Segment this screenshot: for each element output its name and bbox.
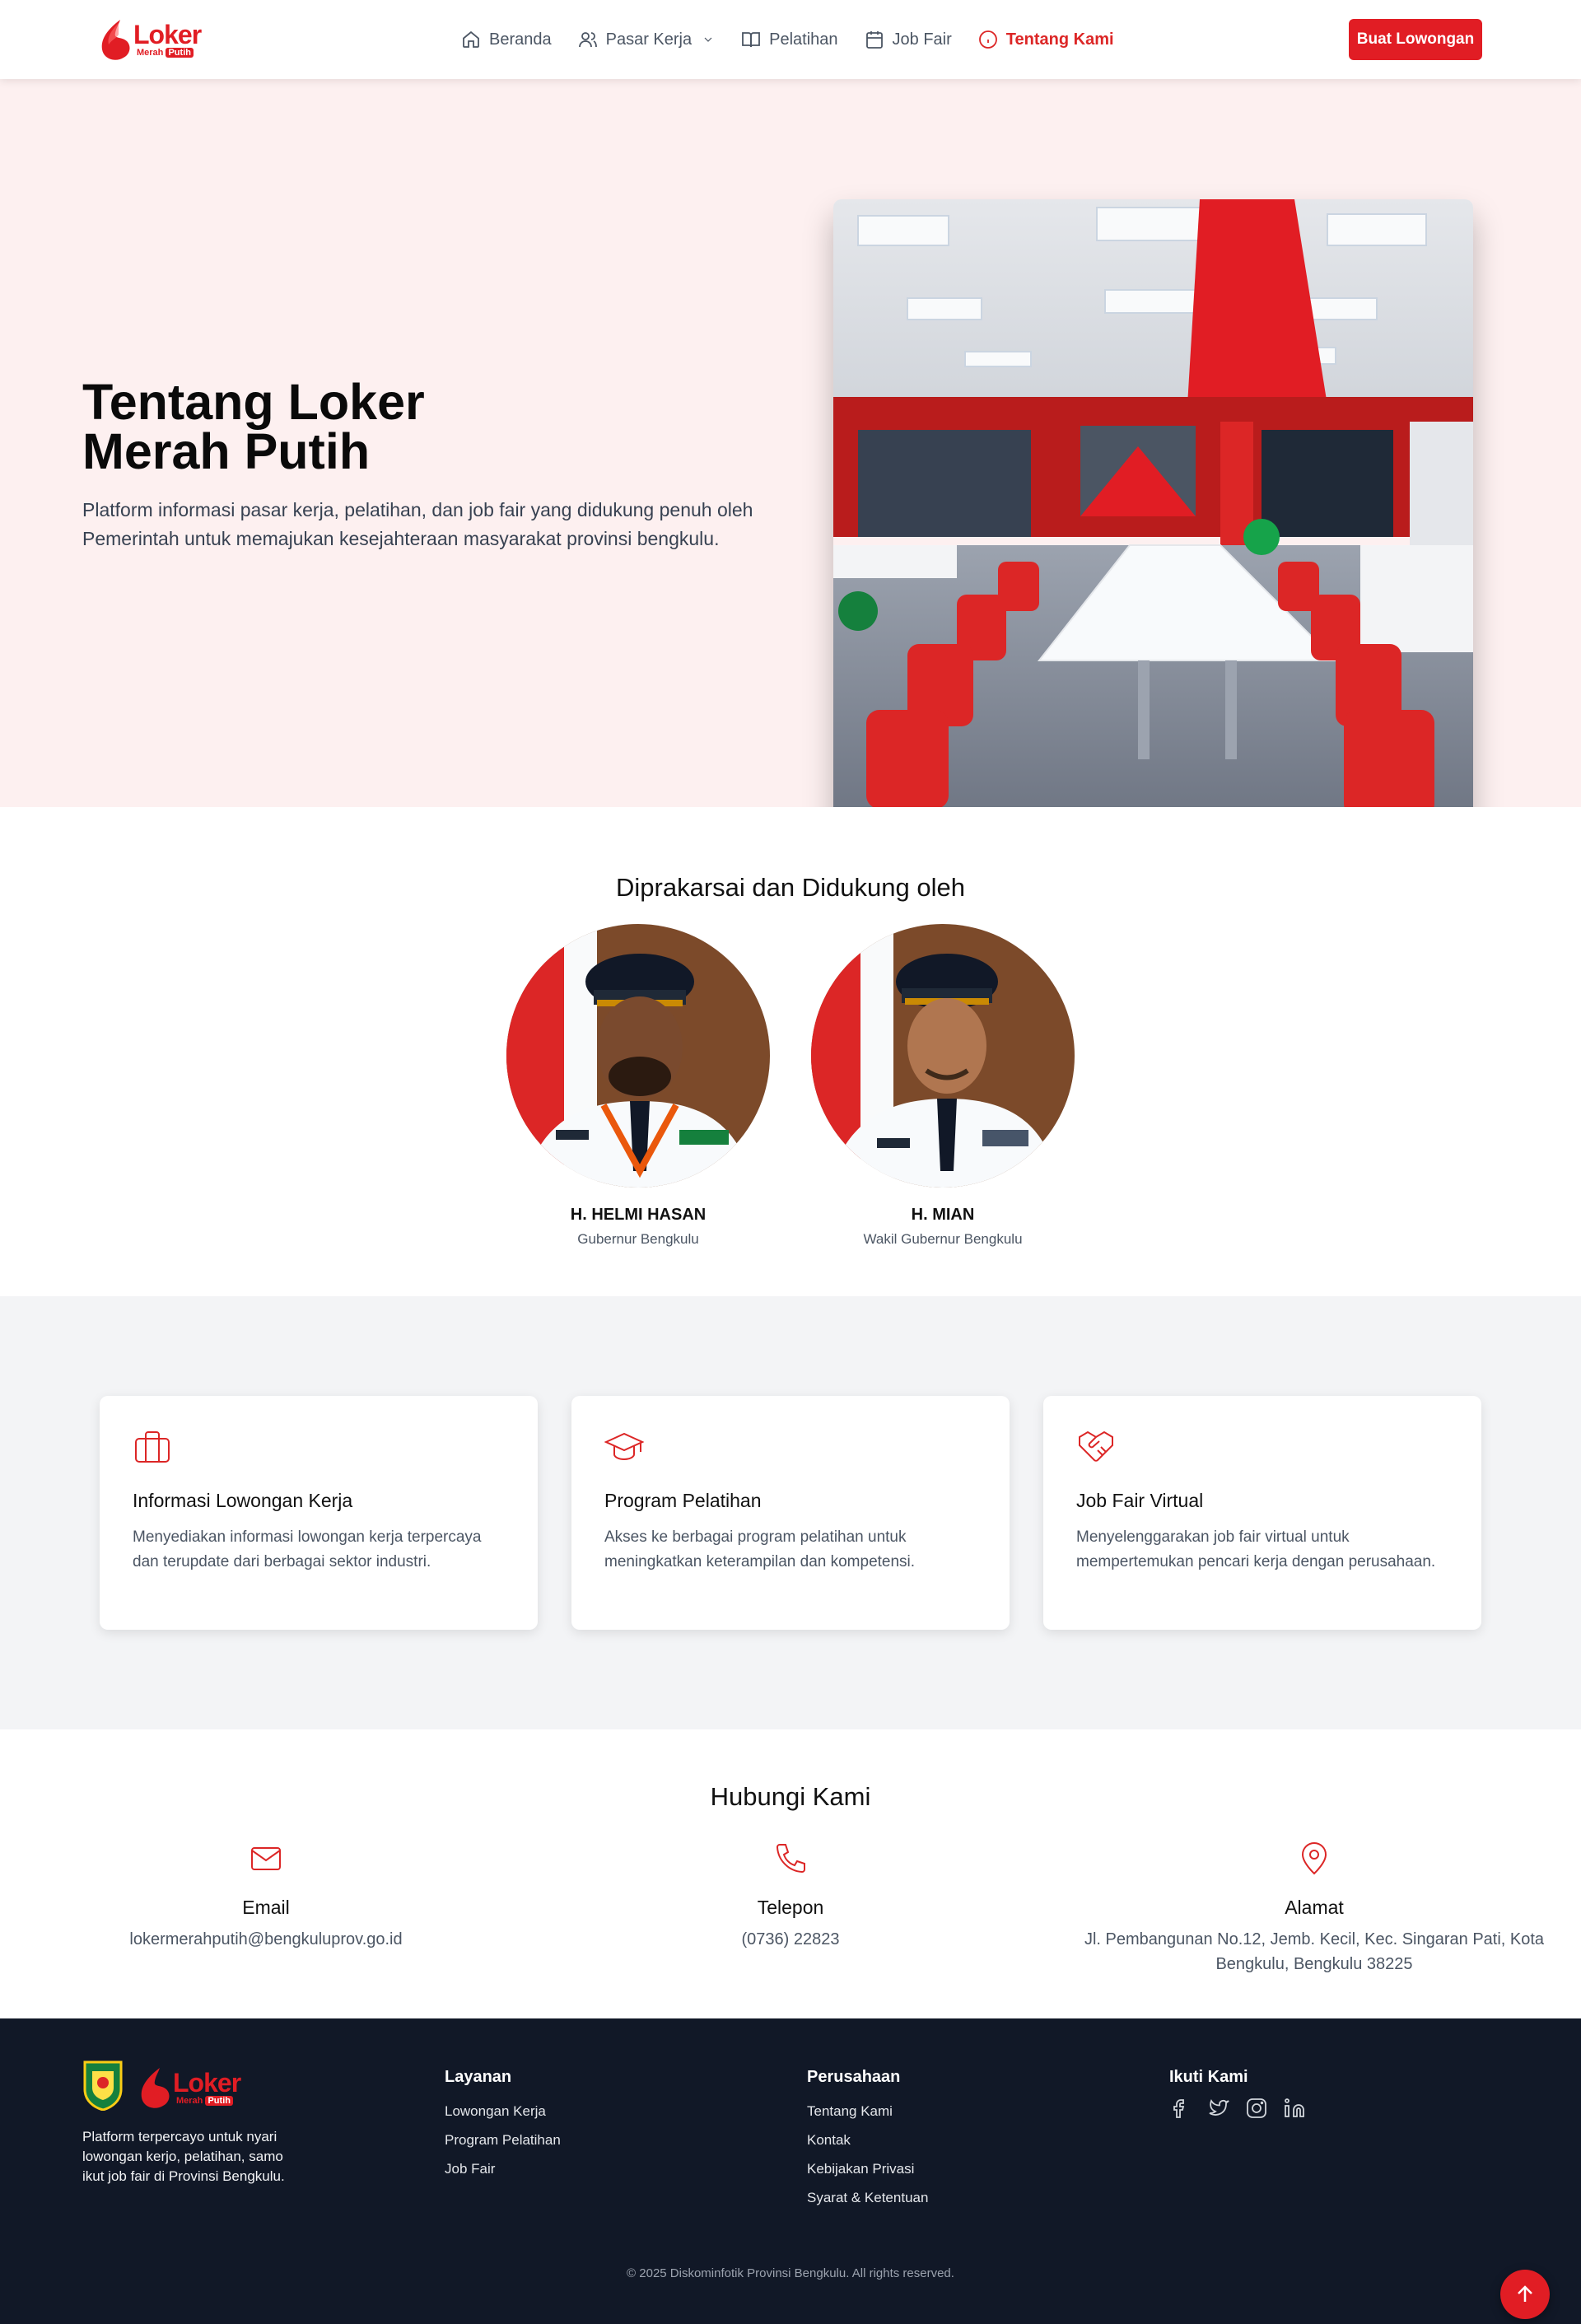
feature-description: Menyelenggarakan job fair virtual untuk … <box>1076 1528 1436 1570</box>
office-meeting-room-image <box>833 199 1473 839</box>
footer: Loker Merah Putih Platform terpercayo un… <box>0 2018 1581 2324</box>
nav-item-tentang-kami[interactable]: Tentang Kami <box>978 30 1114 49</box>
feature-description: Akses ke berbagai program pelatihan untu… <box>604 1528 916 1570</box>
footer-link-kebijakan-privasi[interactable]: Kebijakan Privasi <box>807 2154 928 2183</box>
person-name: H. HELMI HASAN <box>570 1206 707 1224</box>
contact-item-email: Email lokermerahputih@bengkuluprov.go.id <box>19 1841 513 1952</box>
hero-title: Tentang Loker Merah Putih <box>82 374 425 479</box>
supporters-title: Diprakarsai dan Didukung oleh <box>616 873 965 902</box>
footer-col-ikuti-kami: Ikuti Kami <box>1169 2068 1306 2120</box>
features-section: Informasi Lowongan Kerja Menyediakan inf… <box>0 1296 1581 1729</box>
person-name: H. MIAN <box>911 1206 975 1224</box>
footer-col-title: Ikuti Kami <box>1169 2068 1248 2086</box>
footer-link-syarat-ketentuan[interactable]: Syarat & Ketentuan <box>807 2183 928 2212</box>
feature-description: Menyediakan informasi lowongan kerja ter… <box>133 1528 482 1570</box>
chevron-down-icon <box>704 37 712 42</box>
navbar: Loker Merah Putih Beranda Pasar Kerja Pe… <box>0 0 1581 79</box>
home-icon <box>463 30 479 48</box>
instagram-icon[interactable] <box>1245 2097 1268 2120</box>
logo-word: Loker <box>133 20 202 49</box>
footer-col-title: Layanan <box>445 2068 512 2086</box>
contact-label: Alamat <box>1285 1897 1344 1918</box>
footer-link-program-pelatihan[interactable]: Program Pelatihan <box>445 2126 561 2154</box>
book-icon <box>742 32 761 48</box>
footer-link-tentang-kami[interactable]: Tentang Kami <box>807 2097 928 2126</box>
supporters-section: Diprakarsai dan Didukung oleh H. HELMI H… <box>0 807 1581 1296</box>
calendar-icon <box>865 31 883 49</box>
footer-tagline: Platform terpercayo untuk nyari lowongan… <box>82 2129 285 2184</box>
info-icon <box>978 30 997 49</box>
nav-label: Beranda <box>489 30 552 49</box>
footer-logo[interactable]: Loker Merah Putih <box>138 2063 242 2112</box>
contact-section: Hubungi Kami Email lokermerahputih@bengk… <box>0 1729 1581 2018</box>
arrow-up-icon <box>1518 2285 1532 2302</box>
mail-icon <box>19 1841 513 1880</box>
feature-card: Job Fair Virtual Menyelenggarakan job fa… <box>1043 1396 1481 1630</box>
nav-label: Tentang Kami <box>1005 30 1114 49</box>
phone-icon <box>543 1841 1038 1880</box>
footer-col-title: Perusahaan <box>807 2068 901 2086</box>
nav-label: Job Fair <box>892 30 952 49</box>
footer-link-lowongan-kerja[interactable]: Lowongan Kerja <box>445 2097 561 2126</box>
hero-section: Tentang Loker Merah Putih Platform infor… <box>0 79 1581 839</box>
briefcase-icon <box>133 1427 172 1467</box>
vice-governor-portrait <box>811 924 1075 1188</box>
linkedin-icon[interactable] <box>1283 2097 1306 2120</box>
contact-label: Email <box>242 1897 290 1918</box>
governor-portrait <box>506 924 770 1188</box>
feature-title: Program Pelatihan <box>604 1490 762 1511</box>
handshake-icon <box>1076 1427 1116 1467</box>
feature-card: Program Pelatihan Akses ke berbagai prog… <box>571 1396 1010 1630</box>
nav-item-pasar-kerja[interactable]: Pasar Kerja <box>578 30 716 49</box>
footer-link-job-fair[interactable]: Job Fair <box>445 2154 561 2183</box>
feature-title: Job Fair Virtual <box>1076 1490 1204 1511</box>
footer-link-kontak[interactable]: Kontak <box>807 2126 928 2154</box>
main-nav: Beranda Pasar Kerja Pelatihan Job Fair T… <box>461 0 1140 79</box>
provincial-emblem-icon <box>83 2060 123 2111</box>
feature-card: Informasi Lowongan Kerja Menyediakan inf… <box>100 1396 538 1630</box>
person-role: Wakil Gubernur Bengkulu <box>863 1231 1023 1247</box>
social-links <box>1169 2097 1306 2120</box>
footer-col-layanan: Layanan Lowongan Kerja Program Pelatihan… <box>445 2068 561 2183</box>
users-icon <box>578 32 597 48</box>
hero-text: Tentang Loker Merah Putih Platform infor… <box>82 377 758 553</box>
contact-email-value[interactable]: lokermerahputih@bengkuluprov.go.id <box>19 1927 513 1952</box>
map-pin-icon <box>1067 1841 1561 1880</box>
twitter-icon[interactable] <box>1207 2097 1230 2120</box>
facebook-icon[interactable] <box>1169 2097 1192 2120</box>
contact-address-value: Jl. Pembangunan No.12, Jemb. Kecil, Kec.… <box>1084 1930 1545 1973</box>
logo-subtitle: Merah Putih <box>137 48 194 58</box>
contact-item-address: Alamat Jl. Pembangunan No.12, Jemb. Keci… <box>1067 1841 1561 1976</box>
logo-mark-icon <box>101 20 130 60</box>
contact-label: Telepon <box>757 1897 824 1918</box>
nav-label: Pasar Kerja <box>605 30 693 49</box>
footer-col-perusahaan: Perusahaan Tentang Kami Kontak Kebijakan… <box>807 2068 928 2212</box>
logo-mark-icon <box>141 2068 170 2108</box>
loker-merah-putih-logo[interactable]: Loker Merah Putih <box>99 15 203 64</box>
nav-item-beranda[interactable]: Beranda <box>461 30 552 49</box>
graduation-cap-icon <box>604 1427 645 1467</box>
buat-lowongan-button[interactable]: Buat Lowongan <box>1349 19 1482 60</box>
nav-item-pelatihan[interactable]: Pelatihan <box>741 30 838 49</box>
contact-title: Hubungi Kami <box>710 1782 871 1811</box>
contact-item-phone: Telepon (0736) 22823 <box>543 1841 1038 1952</box>
footer-brand: Loker Merah Putih Platform terpercayo un… <box>82 2060 329 2186</box>
feature-title: Informasi Lowongan Kerja <box>133 1490 353 1511</box>
logo-word: Loker <box>173 2068 241 2098</box>
nav-item-job-fair[interactable]: Job Fair <box>865 30 952 49</box>
contact-phone-value[interactable]: (0736) 22823 <box>543 1927 1038 1952</box>
copyright: © 2025 Diskominfotik Provinsi Bengkulu. … <box>627 2266 954 2280</box>
supporter-card: H. HELMI HASAN Gubernur Bengkulu <box>506 924 770 1248</box>
scroll-to-top-button[interactable] <box>1500 2270 1550 2319</box>
nav-label: Pelatihan <box>769 30 838 49</box>
supporter-card: H. MIAN Wakil Gubernur Bengkulu <box>811 924 1075 1248</box>
hero-description: Platform informasi pasar kerja, pelatiha… <box>82 499 753 549</box>
person-role: Gubernur Bengkulu <box>577 1231 699 1247</box>
logo-subtitle: Merah Putih <box>176 2096 233 2106</box>
